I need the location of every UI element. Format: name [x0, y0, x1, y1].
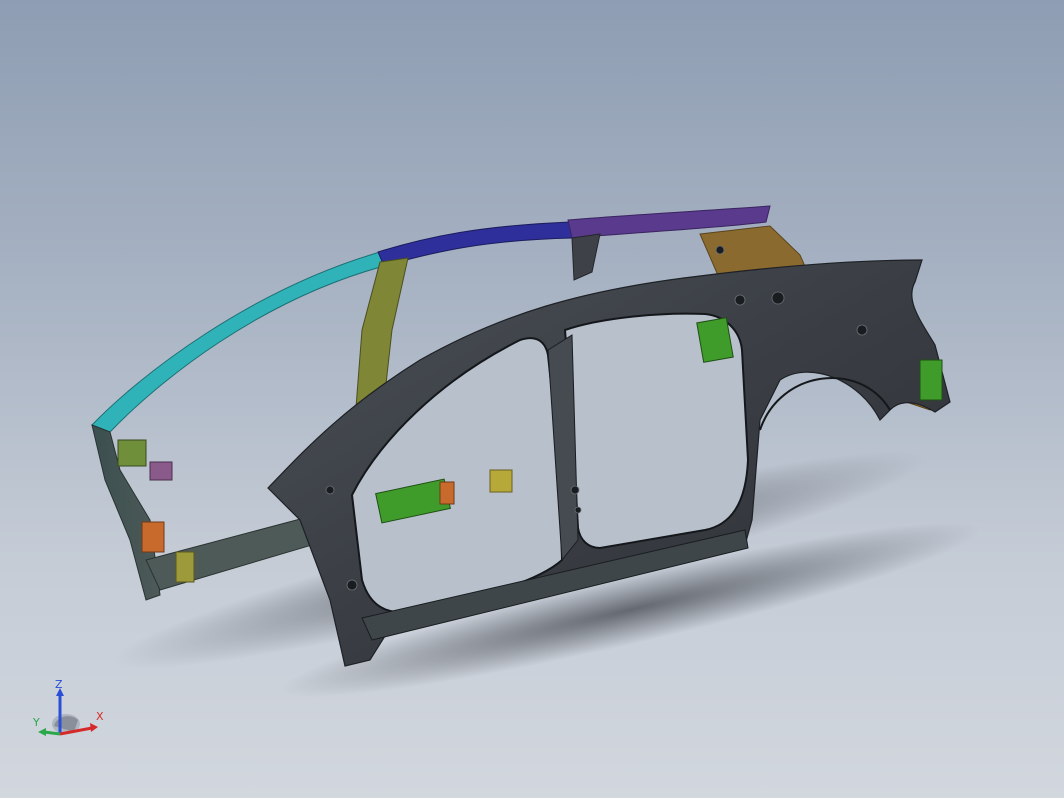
sill-bracket-olive [489, 469, 513, 493]
axis-label-y: Y [33, 716, 40, 729]
inner-bracket-orange [141, 521, 165, 553]
inner-bracket-green [117, 439, 147, 467]
cad-viewport[interactable]: Z X Y [0, 0, 1064, 798]
sill-bracket-green-2 [696, 317, 734, 363]
axis-triad[interactable]: Z X Y [30, 676, 114, 748]
axis-label-z: Z [55, 678, 63, 691]
axis-label-x: X [96, 710, 104, 723]
sill-bracket-orange [439, 481, 455, 505]
inner-bracket-magenta [149, 461, 173, 481]
inner-c-pillar [571, 233, 601, 281]
inner-bracket-olive [175, 551, 195, 583]
roof-rail-front [91, 251, 385, 433]
rear-bracket-green [919, 359, 943, 401]
car-side-panel-model[interactable] [0, 0, 1064, 798]
